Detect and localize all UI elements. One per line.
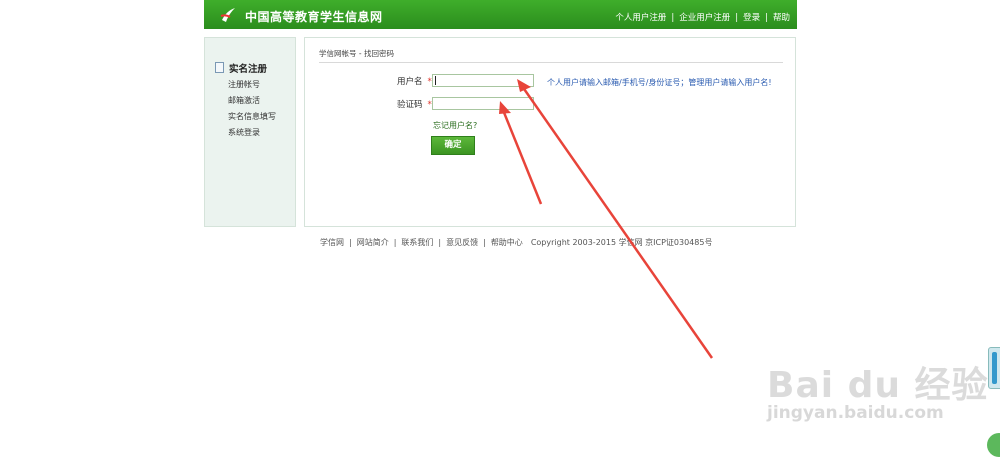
baidu-jingyan-watermark: Bai du 经验 — [767, 365, 989, 406]
side-float-button[interactable] — [987, 433, 1000, 457]
red-arrow-line — [520, 85, 714, 359]
red-arrow-line — [501, 109, 543, 205]
red-arrowhead — [499, 101, 511, 114]
side-toolbar-widget[interactable] — [988, 347, 1000, 389]
red-arrowhead — [517, 79, 531, 92]
watermark-url: jingyan.baidu.com — [767, 403, 944, 423]
